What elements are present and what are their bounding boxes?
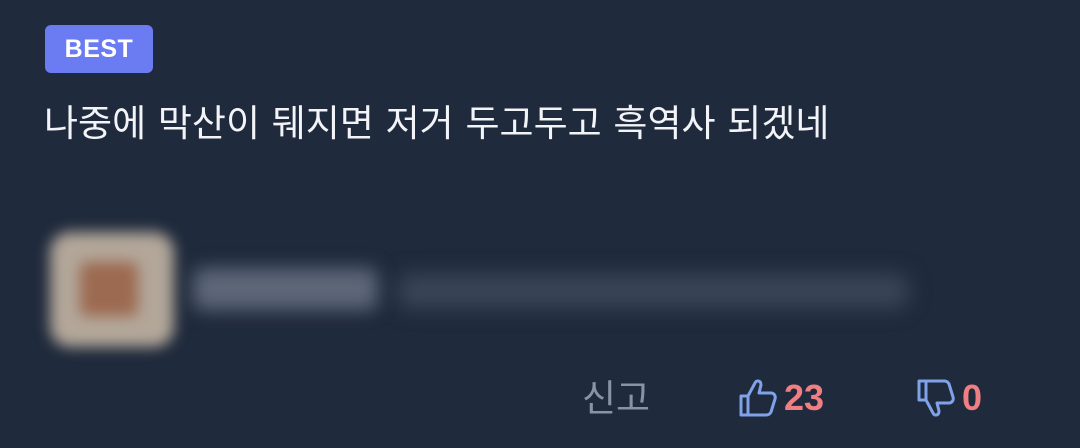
comment-card: BEST 나중에 막산이 뒈지면 저거 두고두고 흑역사 되겠네 신고 23 0 <box>0 0 1080 448</box>
dislike-count: 0 <box>962 377 983 418</box>
author-name-blurred <box>193 268 378 310</box>
best-badge: BEST <box>45 25 153 73</box>
like-button[interactable]: 23 <box>738 375 824 421</box>
dislike-button[interactable]: 0 <box>916 375 982 421</box>
thumbs-down-icon <box>916 377 956 419</box>
comment-text: 나중에 막산이 뒈지면 저거 두고두고 흑역사 되겠네 <box>44 102 830 145</box>
author-row <box>28 222 928 352</box>
avatar[interactable] <box>50 232 174 347</box>
comment-actions: 신고 23 0 <box>0 370 1080 430</box>
like-count: 23 <box>784 377 825 418</box>
report-button[interactable]: 신고 <box>582 372 650 426</box>
thumbs-up-icon <box>738 377 778 419</box>
author-meta-blurred <box>398 274 908 308</box>
avatar-image <box>80 262 138 316</box>
